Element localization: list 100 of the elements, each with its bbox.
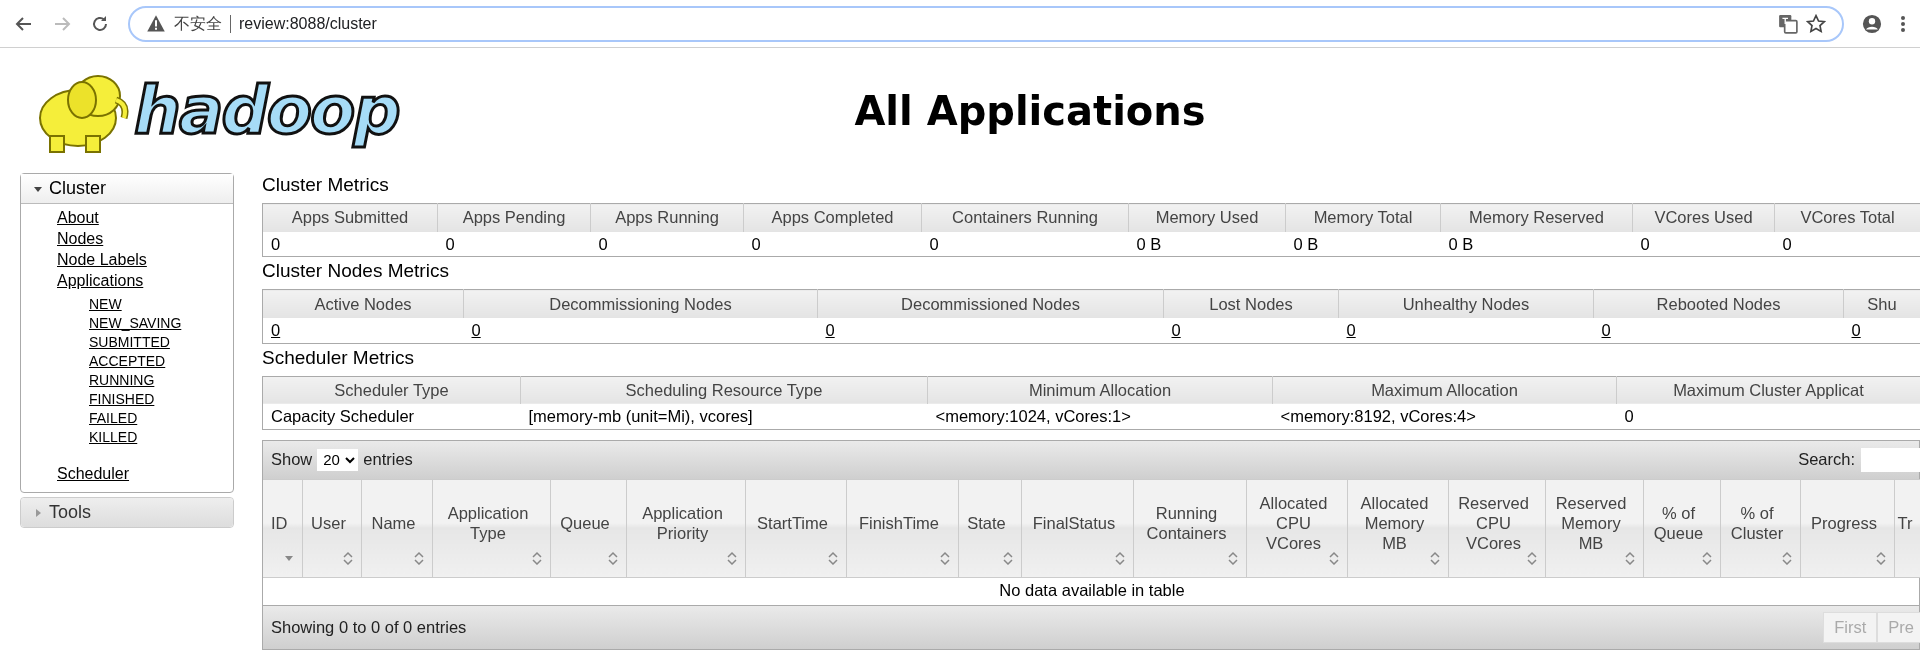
column-header: Memory Total [1285,203,1441,232]
column-header: Shu [1843,289,1920,318]
column-header: Rebooted Nodes [1593,289,1844,318]
table-cell: 0 [1774,231,1920,257]
column-header[interactable]: Running Containers [1133,479,1246,578]
sidebar-link[interactable]: Nodes [57,228,233,249]
metric-link[interactable]: 0 [1346,320,1356,339]
sidebar-sublink[interactable]: FINISHED [89,390,233,409]
column-header[interactable]: Application Type [432,479,550,578]
search-field[interactable] [1861,447,1920,472]
table-cell: 0 [1616,404,1920,430]
page-title: All Applications [853,87,1207,134]
column-header[interactable]: State [958,479,1021,578]
warning-icon [146,13,166,34]
table-cell: <memory:8192, vCores:4> [1272,404,1617,430]
security-label: 不安全 [174,13,222,34]
sort-icon [827,550,838,565]
sort-icon [607,550,618,565]
column-header: Containers Running [921,203,1129,232]
sort-icon [1624,550,1635,565]
column-header: Maximum Cluster Applicat [1616,376,1920,404]
table-cell: 0 [1632,231,1775,257]
table-cell: Capacity Scheduler [262,404,521,430]
column-header: Apps Completed [743,203,922,232]
column-header[interactable]: Tr [1894,479,1920,578]
metric-link[interactable]: 0 [825,320,835,339]
column-header[interactable]: FinalStatus [1021,479,1133,578]
menu-icon[interactable] [1900,13,1906,34]
metric-link[interactable]: 0 [1171,320,1181,339]
section-heading: Cluster Nodes Metrics [262,259,450,284]
metric-link[interactable]: 0 [471,320,481,339]
column-header[interactable]: % of Cluster [1720,479,1800,578]
sort-icon [1781,550,1792,565]
column-header: Minimum Allocation [927,376,1273,404]
column-header[interactable]: Reserved Memory MB [1545,479,1643,578]
table-cell: 0 [590,231,744,257]
table-cell: <memory:1024, vCores:1> [927,404,1273,430]
table-cell: [memory-mb (unit=Mi), vcores] [520,404,928,430]
sidebar-sublink[interactable]: RUNNING [89,371,233,390]
sidebar-link[interactable]: About [57,207,233,228]
column-header[interactable]: Name [361,479,432,578]
column-header: Apps Pending [437,203,591,232]
table-cell: 0 [437,231,591,257]
sidebar-sublink[interactable]: ACCEPTED [89,352,233,371]
column-header[interactable]: FinishTime [846,479,958,578]
column-header: Scheduling Resource Type [520,376,928,404]
metric-link[interactable]: 0 [1601,320,1611,339]
column-header[interactable]: % of Queue [1643,479,1720,578]
sidebar-link[interactable]: Node Labels [57,249,233,270]
column-header[interactable]: Allocated CPU VCores [1246,479,1347,578]
empty-message: No data available in table [999,580,1185,599]
sort-icon [939,550,950,565]
table-cell: 0 [743,231,922,257]
page-length-select[interactable]: 20 [317,448,359,471]
column-header[interactable]: StartTime [745,479,846,578]
sidebar-sublink[interactable]: FAILED [89,409,233,428]
sidebar-sublink[interactable]: SUBMITTED [89,333,233,352]
column-header: Decommissioning Nodes [463,289,818,318]
metric-link[interactable]: 0 [271,320,281,339]
sort-icon [1875,550,1886,565]
column-header[interactable]: User [302,479,361,578]
column-header: Apps Submitted [262,203,438,232]
table-cell: 0 [262,231,438,257]
collapsed-triangle-icon [33,507,43,518]
section-heading: Scheduler Metrics [262,345,416,370]
section-heading: Cluster Metrics [262,173,390,197]
table-cell: 0 B [1128,231,1286,257]
sidebar-section-header[interactable]: Cluster [21,174,233,204]
sidebar-sublink[interactable]: KILLED [89,428,233,447]
sort-icon [1328,550,1339,565]
sidebar-link[interactable]: Applications [57,270,233,291]
column-header[interactable]: Allocated Memory MB [1347,479,1448,578]
column-header: Scheduler Type [262,376,521,404]
sort-icon [413,550,424,565]
sidebar-sublink[interactable]: NEW_SAVING [89,314,233,333]
metric-link[interactable]: 0 [1851,320,1861,339]
entries-label: entries [363,449,413,471]
column-header: Memory Used [1128,203,1286,232]
sidebar-link[interactable]: Scheduler [57,463,233,484]
column-header: Maximum Allocation [1272,376,1617,404]
profile-icon[interactable] [1862,13,1882,34]
table-cell: 0 B [1285,231,1441,257]
address-bar[interactable]: 不安全 review:8088/cluster [128,5,1844,42]
column-header[interactable]: Queue [550,479,626,578]
sort-icon [531,550,542,565]
column-header[interactable]: Progress [1800,479,1894,578]
star-icon[interactable] [1806,13,1826,34]
column-header: Decommissioned Nodes [817,289,1164,318]
sort-icon [1114,550,1125,565]
section-label: Cluster [49,177,106,200]
translate-icon[interactable] [1778,13,1798,34]
column-header[interactable]: Reserved CPU VCores [1448,479,1545,578]
column-header: Active Nodes [262,289,464,318]
column-header[interactable]: ID [263,479,302,578]
sidebar-section-header[interactable]: Tools [21,498,233,527]
sidebar-sublink[interactable]: NEW [89,295,233,314]
column-header: VCores Used [1632,203,1775,232]
column-header: Unhealthy Nodes [1338,289,1594,318]
url-text: review:8088/cluster [239,13,377,34]
column-header[interactable]: Application Priority [626,479,745,578]
